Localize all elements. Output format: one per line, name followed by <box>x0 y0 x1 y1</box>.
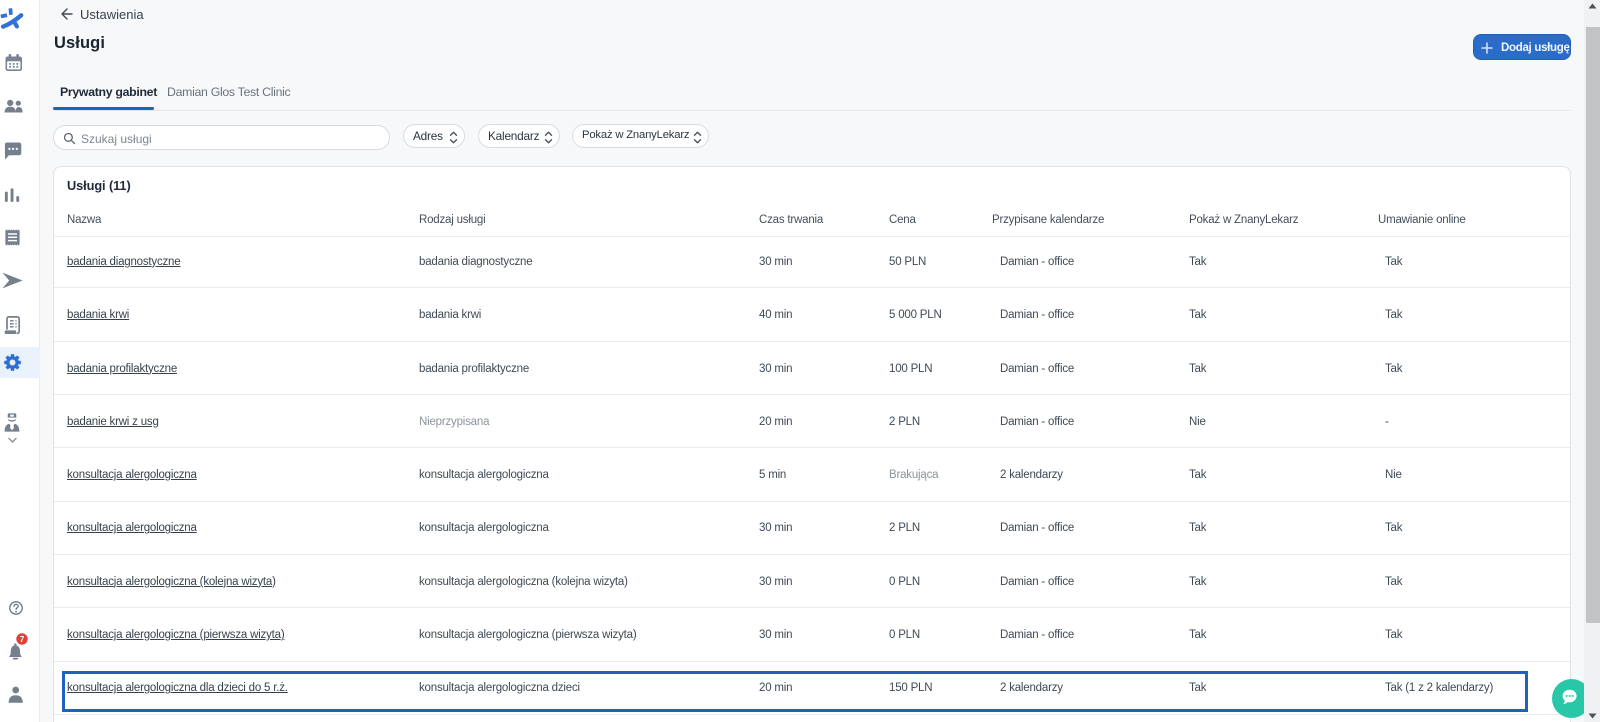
svg-text:7: 7 <box>20 634 25 643</box>
